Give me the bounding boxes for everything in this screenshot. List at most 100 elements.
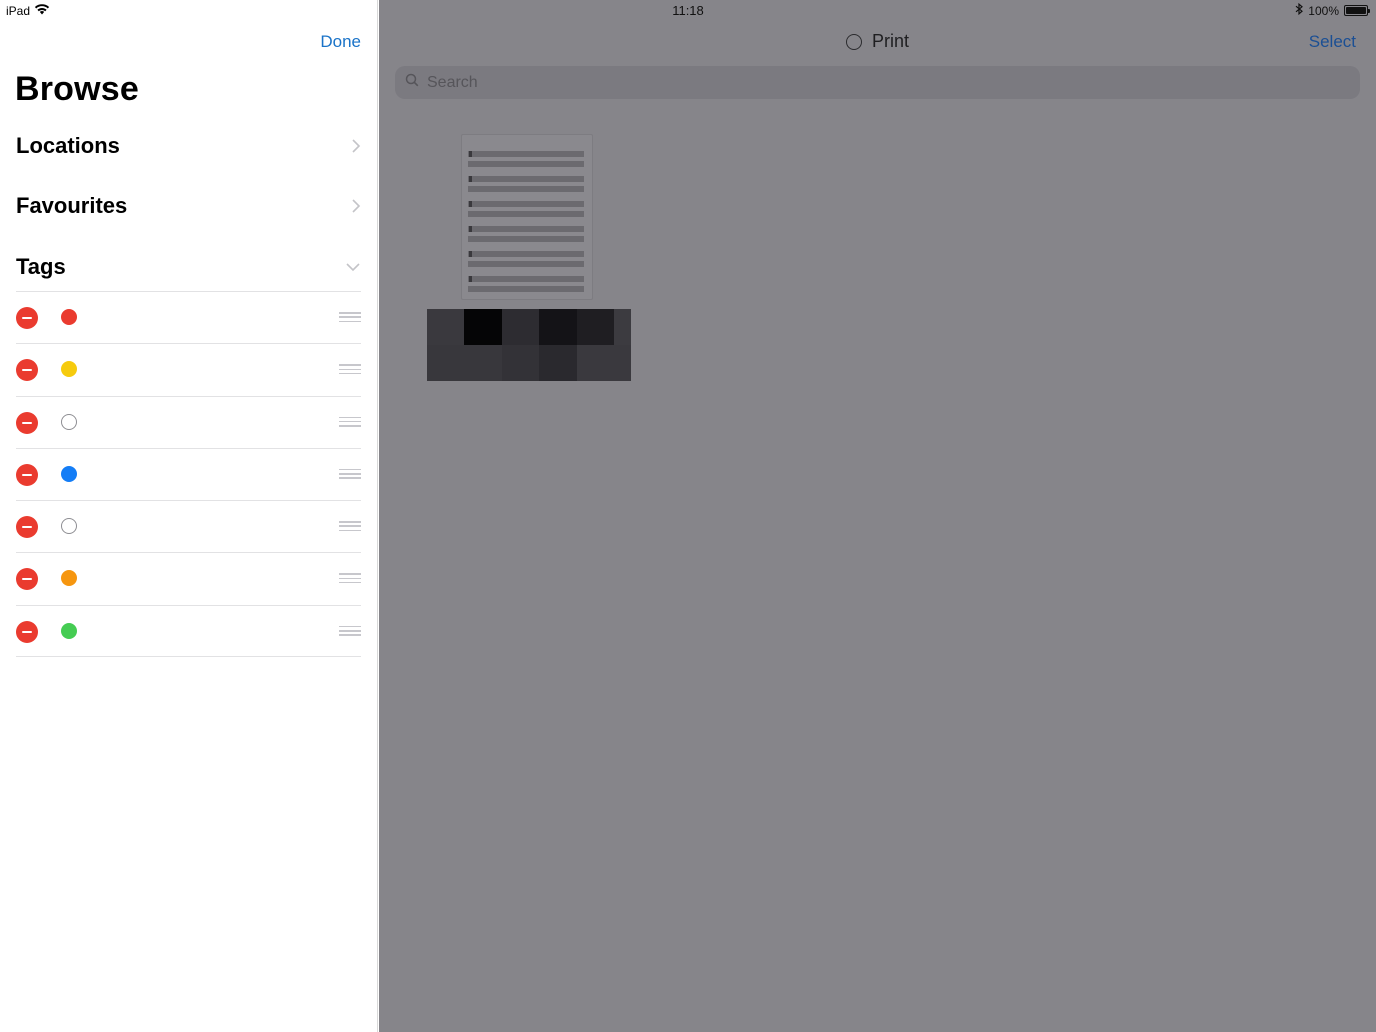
section-label-locations: Locations: [16, 133, 120, 158]
remove-tag-button[interactable]: [16, 359, 38, 382]
reorder-line: [339, 372, 361, 375]
tag-color-dot: [61, 622, 77, 639]
files-main-area[interactable]: Print Select Search: [379, 0, 1376, 1032]
reorder-handle-icon[interactable]: [339, 573, 361, 584]
tag-color-dot: [61, 413, 77, 430]
folder-status-icon: [845, 33, 862, 50]
reorder-handle-icon[interactable]: [339, 312, 361, 322]
minus-icon: [22, 473, 32, 476]
search-input[interactable]: Search: [395, 66, 1360, 99]
thumbnail-line: [468, 276, 584, 282]
thumbnail-mark: [469, 201, 472, 207]
reorder-line: [339, 525, 361, 527]
thumbnail-mark: [469, 226, 472, 232]
thumbnail-mark: [469, 176, 472, 182]
minus-icon: [22, 317, 32, 319]
tag-row[interactable]: [16, 447, 361, 500]
device-label: iPad: [6, 3, 31, 18]
folder-title: Print: [379, 31, 1376, 52]
reorder-line: [339, 320, 361, 322]
reorder-line: [339, 630, 361, 632]
redaction-pixel: [464, 345, 502, 381]
redaction-pixel: [576, 345, 614, 381]
remove-tag-button[interactable]: [16, 463, 38, 486]
remove-tag-button[interactable]: [16, 411, 38, 434]
folder-title-label: Print: [871, 31, 909, 51]
reorder-line: [339, 573, 361, 575]
reorder-line: [339, 581, 361, 584]
tag-row[interactable]: [16, 343, 361, 395]
done-button[interactable]: Done: [320, 32, 361, 52]
reorder-line: [339, 521, 361, 523]
redaction-pixel: [464, 309, 502, 345]
section-favourites[interactable]: Favourites: [16, 186, 361, 226]
minus-icon: [22, 630, 32, 633]
thumbnail-line: [468, 201, 584, 207]
tag-row[interactable]: [16, 604, 361, 658]
reorder-handle-icon[interactable]: [339, 468, 361, 479]
reorder-line: [339, 477, 361, 479]
tag-row[interactable]: [16, 291, 361, 343]
file-name-redacted: [427, 309, 631, 381]
thumbnail-mark: [469, 276, 472, 282]
reorder-line: [339, 625, 361, 628]
reorder-line: [339, 416, 361, 419]
reorder-handle-icon[interactable]: [339, 625, 361, 636]
remove-tag-button[interactable]: [16, 620, 38, 643]
thumbnail-line: [468, 261, 584, 267]
reorder-line: [339, 312, 361, 314]
redaction-pixel: [614, 345, 631, 381]
thumbnail-line: [468, 286, 584, 292]
tag-color-dot: [61, 570, 77, 587]
redaction-pixel: [539, 345, 577, 381]
select-button[interactable]: Select: [1309, 32, 1356, 52]
reorder-line: [339, 368, 361, 371]
reorder-line: [339, 577, 361, 580]
remove-tag-button[interactable]: [16, 307, 38, 329]
thumbnail-line: [468, 236, 584, 242]
status-bar-right: 100%: [1295, 2, 1370, 18]
reorder-handle-icon[interactable]: [339, 416, 361, 427]
minus-icon: [22, 526, 32, 529]
tag-color-dot: [61, 518, 77, 535]
minus-icon: [22, 578, 32, 581]
reorder-handle-icon[interactable]: [339, 364, 361, 375]
redaction-pixel: [427, 309, 465, 345]
section-locations[interactable]: Locations: [16, 126, 361, 166]
thumbnail-line: [468, 161, 584, 167]
section-label-favourites: Favourites: [16, 193, 128, 218]
reorder-line: [339, 420, 361, 423]
thumbnail-line: [468, 211, 584, 217]
tag-row[interactable]: [16, 552, 361, 604]
redaction-pixel: [614, 309, 631, 345]
battery-percent: 100%: [1308, 3, 1339, 18]
battery-icon: [1344, 5, 1370, 16]
battery-fill: [1346, 7, 1366, 14]
browse-sidebar: Done Browse Locations Favourites Tags: [0, 0, 378, 1032]
reorder-line: [339, 634, 361, 636]
reorder-line: [339, 316, 361, 318]
minus-icon: [22, 421, 32, 424]
tag-color-dot: [61, 361, 77, 378]
reorder-handle-icon[interactable]: [339, 521, 361, 532]
thumbnail-line: [468, 226, 584, 232]
redaction-pixel: [427, 345, 465, 381]
chevron-right-icon: [351, 198, 361, 214]
thumbnail-line: [468, 176, 584, 182]
thumbnail-line: [468, 186, 584, 192]
reorder-line: [339, 425, 361, 427]
reorder-line: [339, 468, 361, 471]
tag-color-dot: [61, 309, 77, 325]
tag-row[interactable]: [16, 395, 361, 448]
thumbnail-mark: [469, 251, 472, 257]
tag-list: [16, 291, 361, 658]
redaction-pixel: [501, 345, 540, 381]
section-tags[interactable]: Tags: [16, 247, 361, 287]
tag-row[interactable]: [16, 500, 361, 552]
thumbnail-mark: [469, 151, 472, 157]
wifi-icon: [34, 3, 50, 18]
remove-tag-button[interactable]: [16, 516, 38, 539]
tag-color-dot: [61, 465, 77, 482]
remove-tag-button[interactable]: [16, 568, 38, 591]
document-thumbnail: [461, 134, 593, 300]
